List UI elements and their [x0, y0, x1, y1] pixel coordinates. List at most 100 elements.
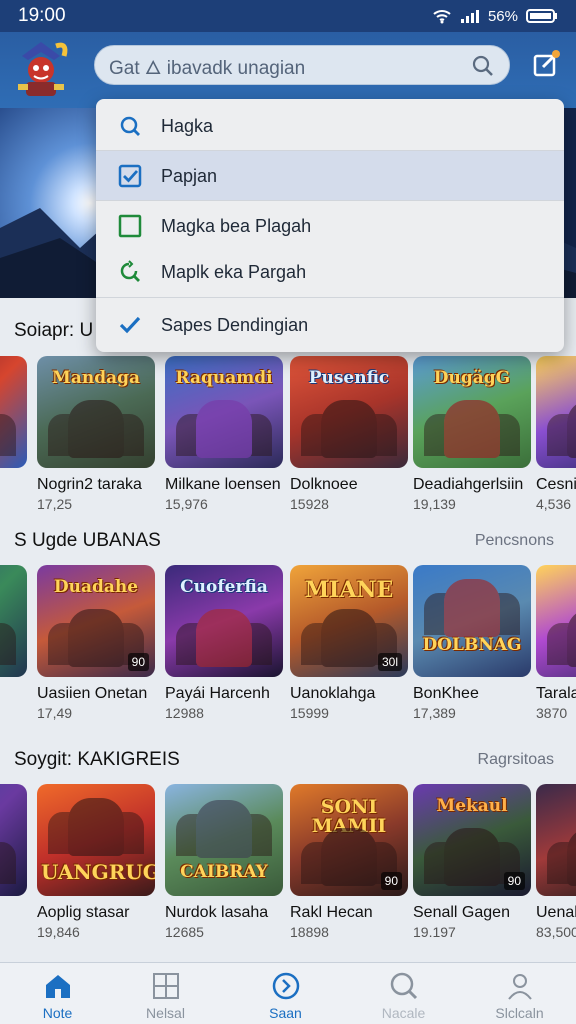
game-thumbnail [0, 784, 27, 896]
game-card[interactable]: Mekaul 90 Senall Gagen 19.197 [413, 784, 531, 940]
divider [96, 297, 564, 298]
thumb-title: DOLBNAG [422, 635, 522, 655]
section-title: S Ugde UBANAS [14, 530, 161, 551]
game-card[interactable]: Uenah 83,500 [536, 784, 576, 940]
dropdown-menu: Hagka Papjan Magka bea Plagah Maplk eka … [96, 99, 564, 352]
game-thumbnail: Cuoferfia [165, 565, 283, 677]
game-thumbnail: Pusenfic [290, 356, 408, 468]
game-count: 4,536 [536, 496, 572, 512]
game-count: 17,25 [37, 496, 73, 512]
game-card[interactable]: Tarala 3870 [536, 565, 576, 721]
game-badge: 30l [377, 653, 402, 671]
home-icon [45, 975, 70, 998]
game-card[interactable]: UANGRUGI Aoplig stasar 19,846 [37, 784, 155, 940]
game-count: 3870 [536, 705, 568, 721]
game-name: di [0, 685, 27, 703]
tab-home[interactable]: Note [0, 963, 115, 1024]
game-count: 19,846 [37, 924, 80, 940]
thumb-title: UANGRUGI [41, 860, 155, 884]
game-card[interactable]: SONI MAMII 90 Rakl Hecan 18898 [290, 784, 408, 940]
profile-icon [507, 974, 532, 1000]
game-card[interactable]: Raquamdi Milkane loensen 15,976 [165, 356, 283, 512]
tab-profile[interactable]: Slclcaln [462, 963, 576, 1024]
game-badge: 90 [503, 872, 525, 890]
game-card[interactable]: aian [0, 784, 27, 922]
game-count: 83,500 [536, 924, 576, 940]
game-count: 17,49 [37, 705, 73, 721]
game-thumbnail: Mekaul 90 [413, 784, 531, 896]
menu-item-label: Magka bea Plagah [161, 215, 312, 236]
game-card[interactable]: Pusenfic Dolknoee 15928 [290, 356, 408, 512]
section-title: Soiapr: U [14, 320, 94, 341]
tab-arrow[interactable]: Saan [228, 963, 343, 1024]
checkmark-icon [119, 316, 141, 334]
status-bar: 19:00 56% [0, 0, 576, 32]
game-count: 12685 [165, 924, 204, 940]
game-row: Mandaga Nogrin2 taraka 17,25 Raquamdi Mi… [0, 356, 576, 531]
game-thumbnail [0, 565, 27, 677]
game-name: Tarala [536, 685, 576, 702]
game-name: Payái Harcenh [165, 685, 270, 702]
game-card[interactable]: DOLBNAG BonKhee 17,389 [413, 565, 531, 721]
menu-item[interactable]: Magka bea Plagah [96, 201, 564, 251]
battery-icon [526, 9, 557, 23]
game-name: Senall Gagen [413, 904, 510, 921]
game-card[interactable]: Mandaga Nogrin2 taraka 17,25 [37, 356, 155, 512]
wifi-icon [433, 10, 451, 24]
game-count: 15999 [290, 705, 329, 721]
game-badge: 90 [380, 872, 402, 890]
tab-grid[interactable]: Nelsal [108, 963, 223, 1024]
menu-item[interactable]: Sapes Dendingian [96, 300, 564, 350]
edit-icon[interactable] [532, 50, 560, 78]
menu-item[interactable]: Hagka [96, 101, 564, 151]
signal-icon [460, 10, 479, 23]
menu-item-selected[interactable]: Papjan [96, 151, 564, 201]
game-card[interactable]: MIANE 30l Uanoklahga 15999 [290, 565, 408, 721]
game-count: 19.197 [413, 924, 456, 940]
game-name: Cesnil [536, 476, 576, 493]
menu-item-label: Sapes Dendingian [161, 314, 309, 335]
game-thumbnail: Mandaga [37, 356, 155, 468]
tab-search[interactable]: Nacale [346, 963, 461, 1024]
game-name: aian [0, 904, 27, 922]
section-link[interactable]: Ragrsitoas [478, 751, 554, 769]
game-card[interactable]: CAIBRAY Nurdok lasaha 12685 [165, 784, 283, 940]
thumb-title: Cuoferfia [180, 577, 268, 597]
search-input[interactable]: Gat 🜂 ibavadk unagian [94, 45, 510, 85]
game-name: Uanoklahga [290, 685, 376, 702]
tab-label: Saan [269, 1005, 302, 1021]
app-logo[interactable] [12, 38, 70, 100]
game-name: Uenah [536, 904, 576, 921]
refresh-search-icon [120, 260, 140, 282]
game-card[interactable]: di [0, 565, 27, 703]
search-icon [390, 972, 417, 1000]
menu-item-label: Maplk eka Pargah [161, 261, 307, 282]
game-thumbnail: Raquamdi [165, 356, 283, 468]
menu-item[interactable]: Maplk eka Pargah [96, 247, 564, 297]
tab-label: Note [42, 1005, 73, 1021]
game-badge: 90 [127, 653, 149, 671]
search-icon[interactable] [471, 54, 495, 78]
section-link[interactable]: Pencsnons [475, 532, 554, 550]
game-count: 15,976 [165, 496, 208, 512]
game-card[interactable]: DugägG Deadiahgerlsiin 19,139 [413, 356, 531, 512]
status-time: 19:00 [18, 5, 66, 26]
game-name: Nurdok lasaha [165, 904, 269, 921]
tab-label: Slclcaln [495, 1005, 544, 1021]
game-thumbnail [536, 356, 576, 468]
game-card[interactable] [0, 356, 27, 476]
grid-icon [152, 973, 179, 999]
thumb-title: MIANE [304, 577, 394, 603]
game-card[interactable]: Duadahe 90 Uasiien Onetan 17,49 [37, 565, 155, 721]
tab-label: Nelsal [146, 1005, 185, 1021]
arrow-circle-icon [272, 972, 299, 1000]
game-thumbnail [536, 565, 576, 677]
game-card[interactable]: Cesnil 4,536 [536, 356, 576, 512]
menu-item-label: Papjan [161, 165, 218, 186]
game-row: di Duadahe 90 Uasiien Onetan 17,49 Cuofer… [0, 565, 576, 740]
game-card[interactable]: Cuoferfia Payái Harcenh 12988 [165, 565, 283, 721]
app-header: Gat 🜂 ibavadk unagian [0, 32, 576, 108]
game-count: 18898 [290, 924, 329, 940]
game-name: Dolknoee [290, 476, 358, 493]
game-thumbnail: UANGRUGI [37, 784, 155, 896]
